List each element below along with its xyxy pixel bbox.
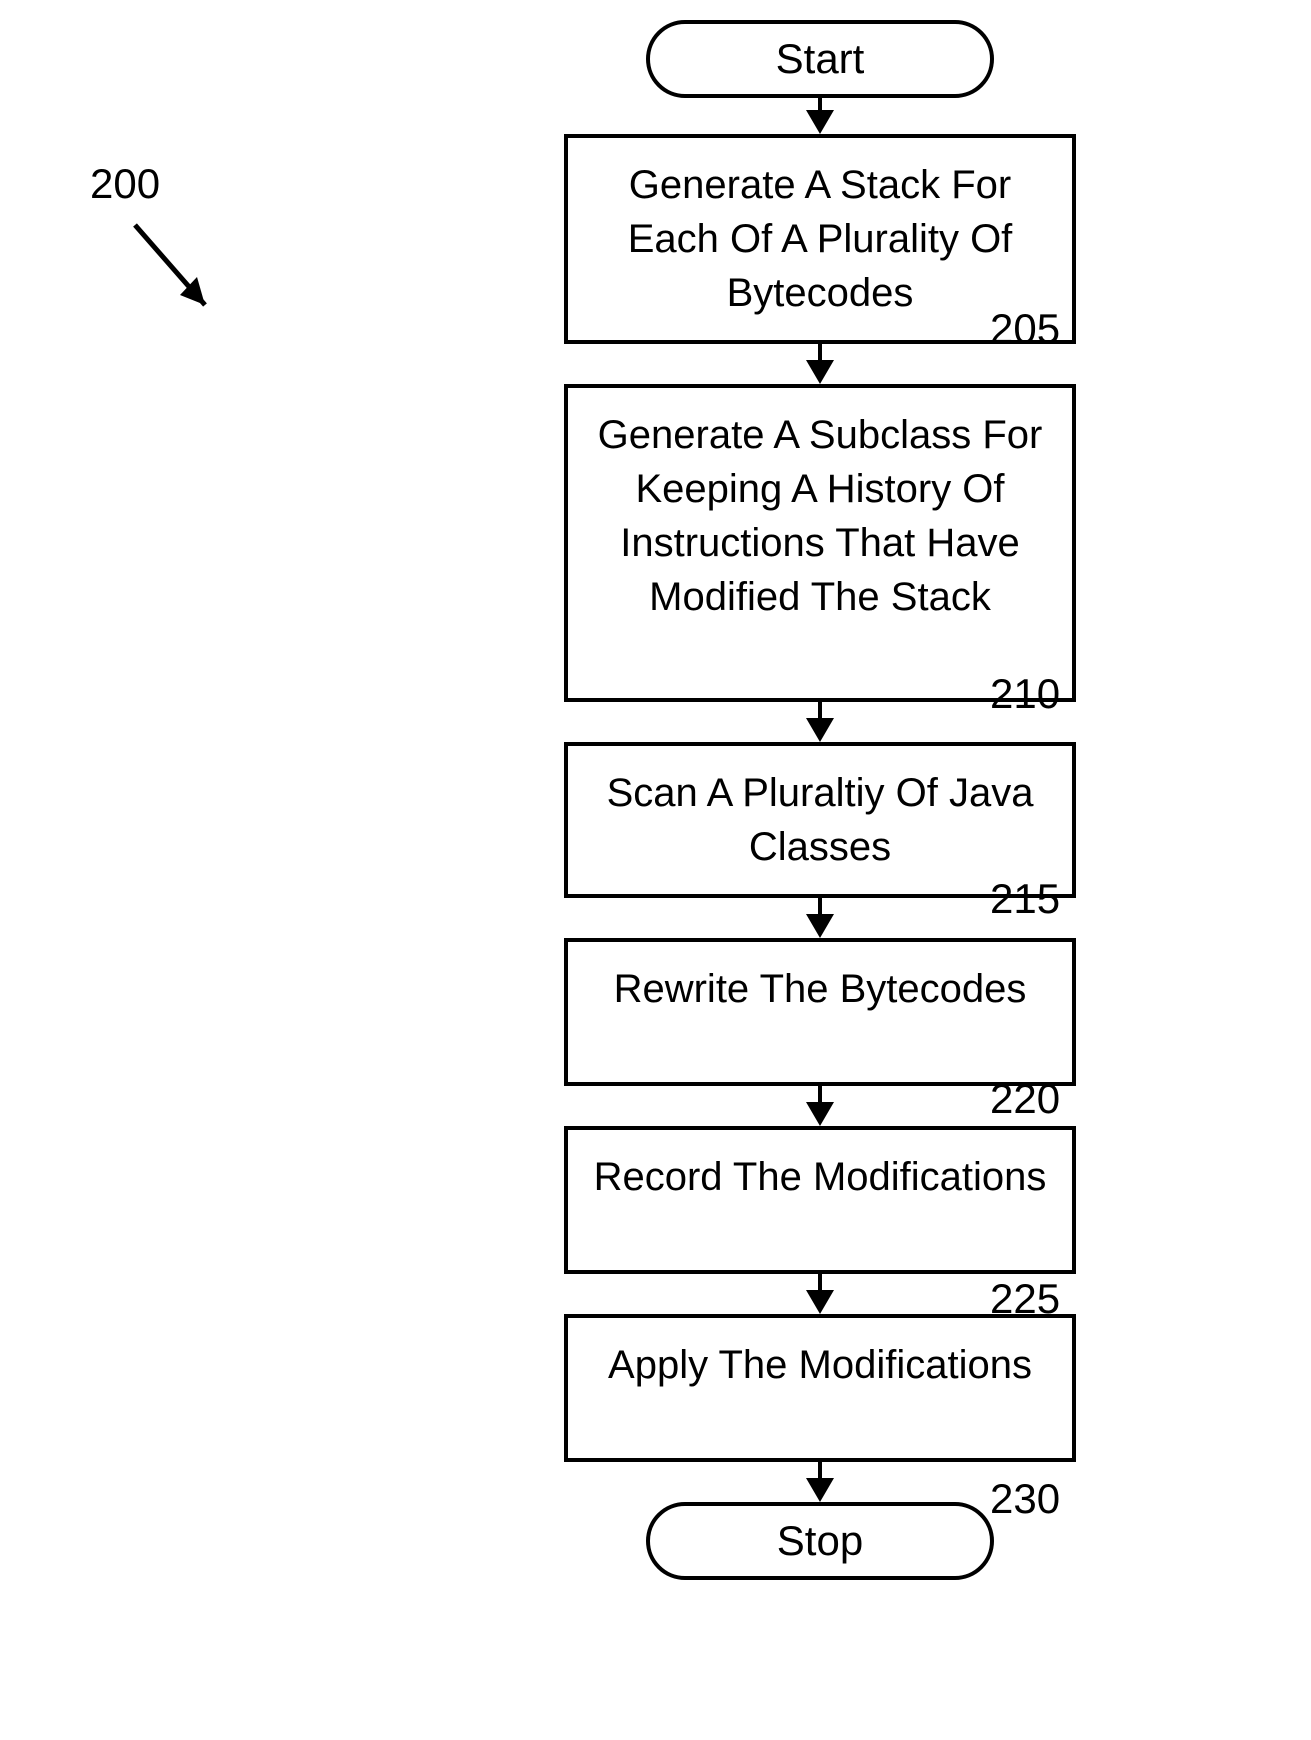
step-text: Apply The Modifications: [608, 1343, 1032, 1387]
step-box-225: Record The Modifications: [564, 1126, 1076, 1274]
step-box-220: Rewrite The Bytecodes: [564, 938, 1076, 1086]
step-text: Generate A Subclass For Keeping A Histor…: [598, 413, 1043, 619]
step-text: Record The Modifications: [594, 1155, 1047, 1199]
stop-terminator: Stop: [646, 1502, 994, 1580]
step-label-215: 215: [990, 875, 1060, 923]
step-label-220: 220: [990, 1075, 1060, 1123]
step-label-210: 210: [990, 670, 1060, 718]
step-box-230: Apply The Modifications: [564, 1314, 1076, 1462]
step-label-230: 230: [990, 1475, 1060, 1523]
step-text: Scan A Pluraltiy Of Java Classes: [607, 771, 1034, 869]
flowchart: Start Generate A Stack For Each Of A Plu…: [540, 20, 1100, 1580]
figure-number-label: 200: [90, 160, 160, 208]
step-label-205: 205: [990, 305, 1060, 353]
start-text: Start: [776, 35, 865, 83]
start-terminator: Start: [646, 20, 994, 98]
connector: [540, 98, 1100, 134]
figure-number-arrow: [130, 220, 250, 340]
stop-text: Stop: [777, 1517, 863, 1565]
step-text: Generate A Stack For Each Of A Plurality…: [628, 163, 1013, 315]
step-text: Rewrite The Bytecodes: [614, 967, 1027, 1011]
step-box-210: Generate A Subclass For Keeping A Histor…: [564, 384, 1076, 702]
